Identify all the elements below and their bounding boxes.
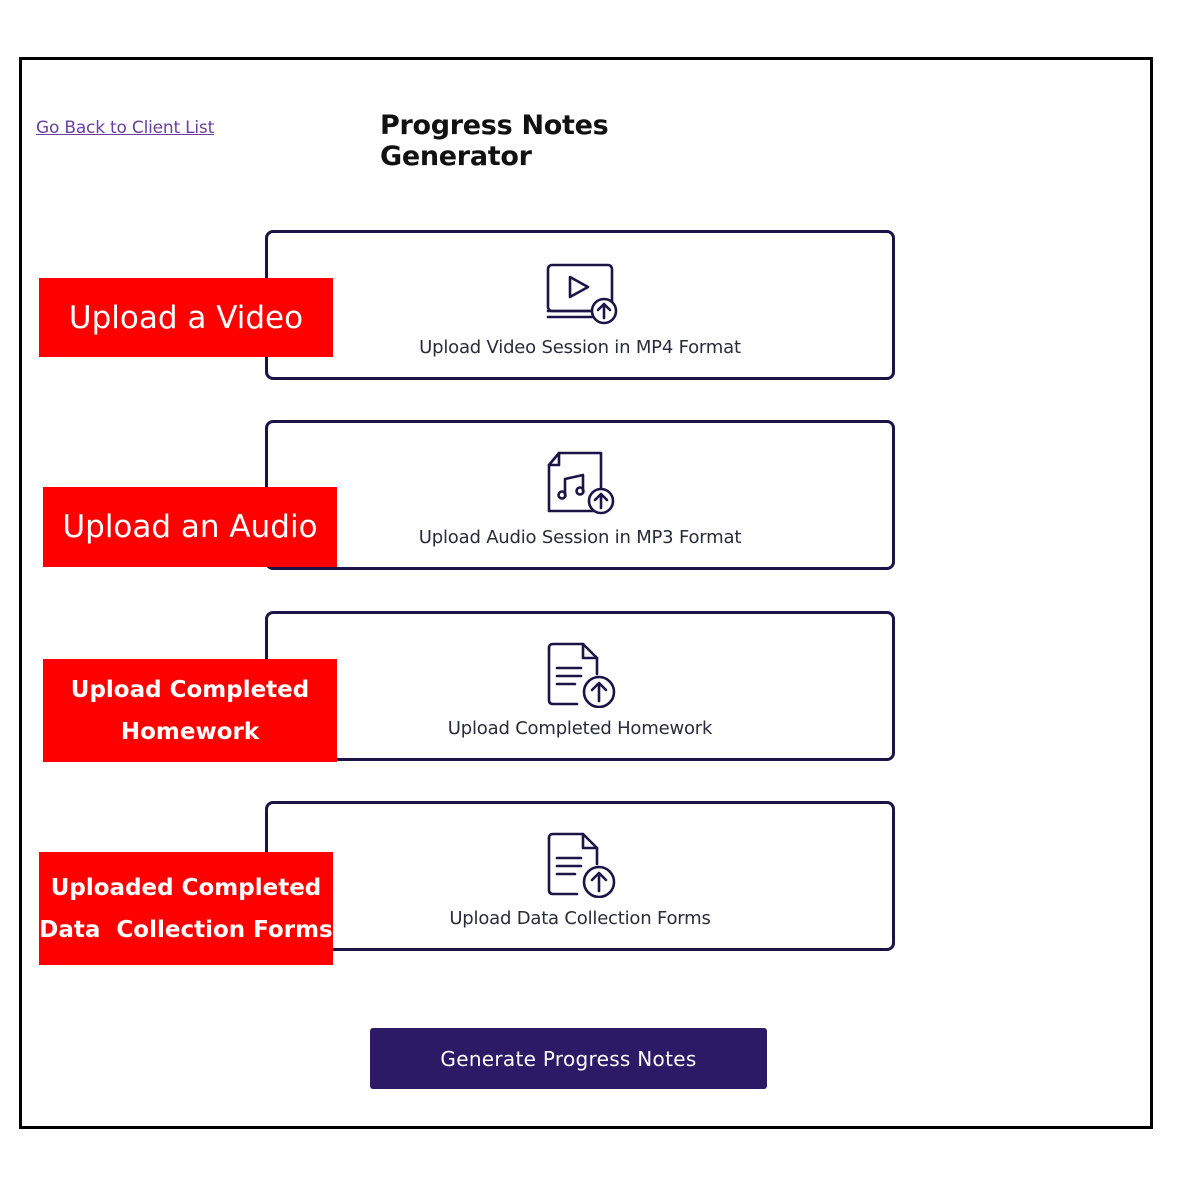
upload-forms-label: Upload Data Collection Forms [449,908,711,929]
upload-forms-card[interactable]: Upload Data Collection Forms [265,801,895,951]
upload-homework-label: Upload Completed Homework [447,718,713,739]
callout-upload-forms: Uploaded Completed Data Collection Forms [39,852,333,965]
document-upload-icon [543,832,623,898]
callout-forms-line2: Data Collection Forms [39,916,333,943]
callout-homework-line1: Upload Completed [70,676,310,703]
callout-upload-audio-text: Upload an Audio [62,509,318,545]
callout-upload-homework: Upload Completed Homework [43,659,337,762]
upload-video-card[interactable]: Upload Video Session in MP4 Format [265,230,895,380]
callout-forms-line1: Uploaded Completed [50,874,322,901]
callout-upload-audio: Upload an Audio [43,487,337,567]
callout-homework-line2: Homework [120,718,260,745]
callout-upload-video-text: Upload a Video [68,299,304,336]
audio-file-upload-icon [543,451,623,517]
page-frame [19,57,1153,1129]
generate-progress-notes-button[interactable]: Generate Progress Notes [370,1028,767,1089]
upload-video-label: Upload Video Session in MP4 Format [419,337,741,358]
video-upload-icon [543,261,623,327]
upload-audio-label: Upload Audio Session in MP3 Format [418,527,742,548]
upload-homework-card[interactable]: Upload Completed Homework [265,611,895,761]
back-to-client-list-link[interactable]: Go Back to Client List [36,118,214,138]
page-title: Progress Notes Generator [380,110,609,172]
upload-audio-card[interactable]: Upload Audio Session in MP3 Format [265,420,895,570]
callout-upload-video: Upload a Video [39,278,333,357]
document-upload-icon [543,642,623,708]
